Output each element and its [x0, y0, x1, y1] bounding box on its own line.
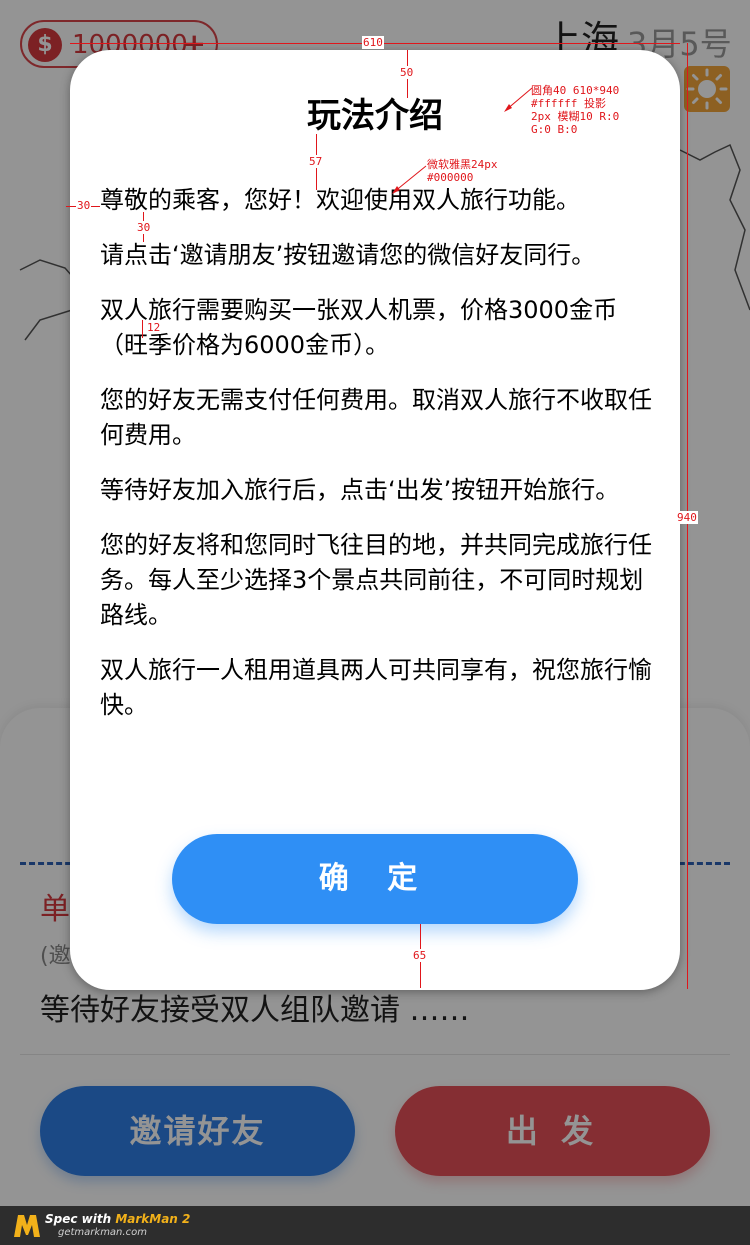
markman-logo	[14, 1215, 40, 1237]
rule-paragraph: 双人旅行需要购买一张双人机票，价格3000金币（旺季价格为6000金币）。	[100, 296, 618, 359]
dialog-body: 尊敬的乘客，您好！欢迎使用双人旅行功能。 请点击‘邀请朋友’按钮邀请您的微信好友…	[100, 183, 660, 743]
line-gap-line	[142, 320, 143, 338]
padding-annotation: 30	[76, 199, 92, 212]
rule-paragraph: 尊敬的乘客，您好！欢迎使用双人旅行功能。	[100, 186, 580, 214]
markman-footer: Spec with MarkMan 2 getmarkman.com	[0, 1206, 750, 1245]
width-annotation: 610	[362, 36, 384, 49]
rule-paragraph: 您的好友将和您同时飞往目的地，并共同完成旅行任务。每人至少选择3个景点共同前往，…	[100, 531, 652, 629]
paragraph-gap-annotation: 30	[136, 221, 152, 234]
line-gap-annotation: 12	[146, 321, 162, 334]
font-spec-note: 微软雅黑24px #000000	[427, 158, 498, 184]
title-gap-annotation: 57	[308, 155, 324, 168]
height-annotation: 940	[676, 511, 698, 524]
bottom-margin-annotation: 65	[412, 949, 428, 962]
box-spec-note: 圆角40 610*940 #ffffff 投影 2px 模糊10 R:0 G:0…	[531, 84, 620, 136]
markman-title: Spec with MarkMan 2	[45, 1212, 191, 1226]
rule-paragraph: 请点击‘邀请朋友’按钮邀请您的微信好友同行。	[100, 241, 596, 269]
markman-url: getmarkman.com	[58, 1227, 147, 1238]
spec-pointer-arrow	[504, 87, 533, 112]
top-margin-annotation: 50	[399, 66, 415, 79]
rule-paragraph: 双人旅行一人租用道具两人可共同享有，祝您旅行愉快。	[100, 656, 652, 719]
rule-paragraph: 您的好友无需支付任何费用。取消双人旅行不收取任何费用。	[100, 386, 652, 449]
font-pointer-arrow	[392, 165, 427, 194]
confirm-button[interactable]: 确 定	[172, 834, 578, 924]
rule-paragraph: 等待好友加入旅行后，点击‘出发’按钮开始旅行。	[100, 476, 620, 504]
rules-dialog: 玩法介绍 尊敬的乘客，您好！欢迎使用双人旅行功能。 请点击‘邀请朋友’按钮邀请您…	[70, 50, 680, 990]
